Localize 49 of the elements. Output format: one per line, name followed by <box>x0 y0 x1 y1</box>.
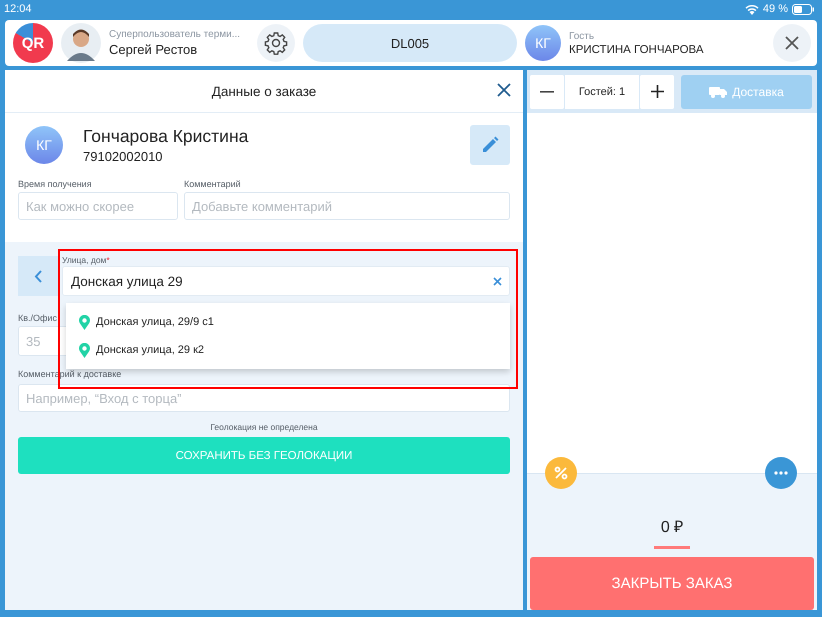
customer-phone: 79102002010 <box>83 149 164 164</box>
edit-button[interactable] <box>470 125 510 165</box>
field-label: Улица, дом* <box>62 255 110 265</box>
map-pin-icon <box>79 314 90 330</box>
settings-button[interactable] <box>257 24 295 62</box>
app-logo: QR <box>13 23 53 63</box>
map-pin-icon <box>79 342 90 358</box>
suggestion-item[interactable]: Донская улица, 29 к2 <box>79 342 204 358</box>
pencil-icon <box>481 136 499 154</box>
suggestion-item[interactable]: Донская улица, 29/9 с1 <box>79 314 214 330</box>
customer-avatar: КГ <box>25 126 63 164</box>
battery-percent: 49 % <box>762 3 788 15</box>
chevron-left-icon <box>34 270 42 282</box>
geolocation-status: Геолокация не определена <box>209 422 319 432</box>
field-label: Время получения <box>18 179 93 189</box>
minus-icon <box>540 90 554 92</box>
more-icon <box>774 471 788 475</box>
close-icon <box>784 35 800 51</box>
close-icon <box>497 83 511 97</box>
customer-name: Гончарова Кристина <box>83 126 250 147</box>
more-button[interactable] <box>765 457 797 489</box>
clear-icon[interactable] <box>493 277 502 286</box>
settings-icon <box>264 31 288 55</box>
guest-avatar: КГ <box>525 25 561 61</box>
guest-count: Гостей: 1 <box>565 74 639 108</box>
panel-title: Данные о заказе <box>212 84 316 98</box>
order-code-button[interactable]: DL005 <box>303 24 517 62</box>
status-time: 12:04 <box>4 3 32 15</box>
order-total: 0 ₽ <box>660 518 684 537</box>
input-field[interactable]: Как можно скорее <box>18 192 178 220</box>
wifi-icon <box>744 4 759 14</box>
user-name: Сергей Рестов <box>109 42 198 57</box>
close-button[interactable] <box>773 24 811 62</box>
user-avatar <box>61 23 101 63</box>
discount-button[interactable] <box>545 457 577 489</box>
field-label: Комментарий <box>184 179 242 189</box>
input-field[interactable]: Например, “Вход с торца” <box>18 384 510 412</box>
plus-icon <box>650 85 664 98</box>
street-input-field[interactable]: Донская улица 29 <box>62 266 510 296</box>
close-panel-button[interactable] <box>497 83 511 97</box>
input-field[interactable]: Добавьте комментарий <box>184 192 510 220</box>
percent-icon <box>554 466 568 480</box>
guest-label: Гость <box>569 30 596 42</box>
plus-button[interactable] <box>640 74 674 108</box>
truck-icon <box>709 86 728 98</box>
battery-icon <box>792 4 814 14</box>
field-label: Кв./Офис <box>18 313 58 323</box>
guest-name: КРИСТИНА ГОНЧАРОВА <box>569 44 705 56</box>
user-role: Суперпользователь терми... <box>109 29 242 40</box>
